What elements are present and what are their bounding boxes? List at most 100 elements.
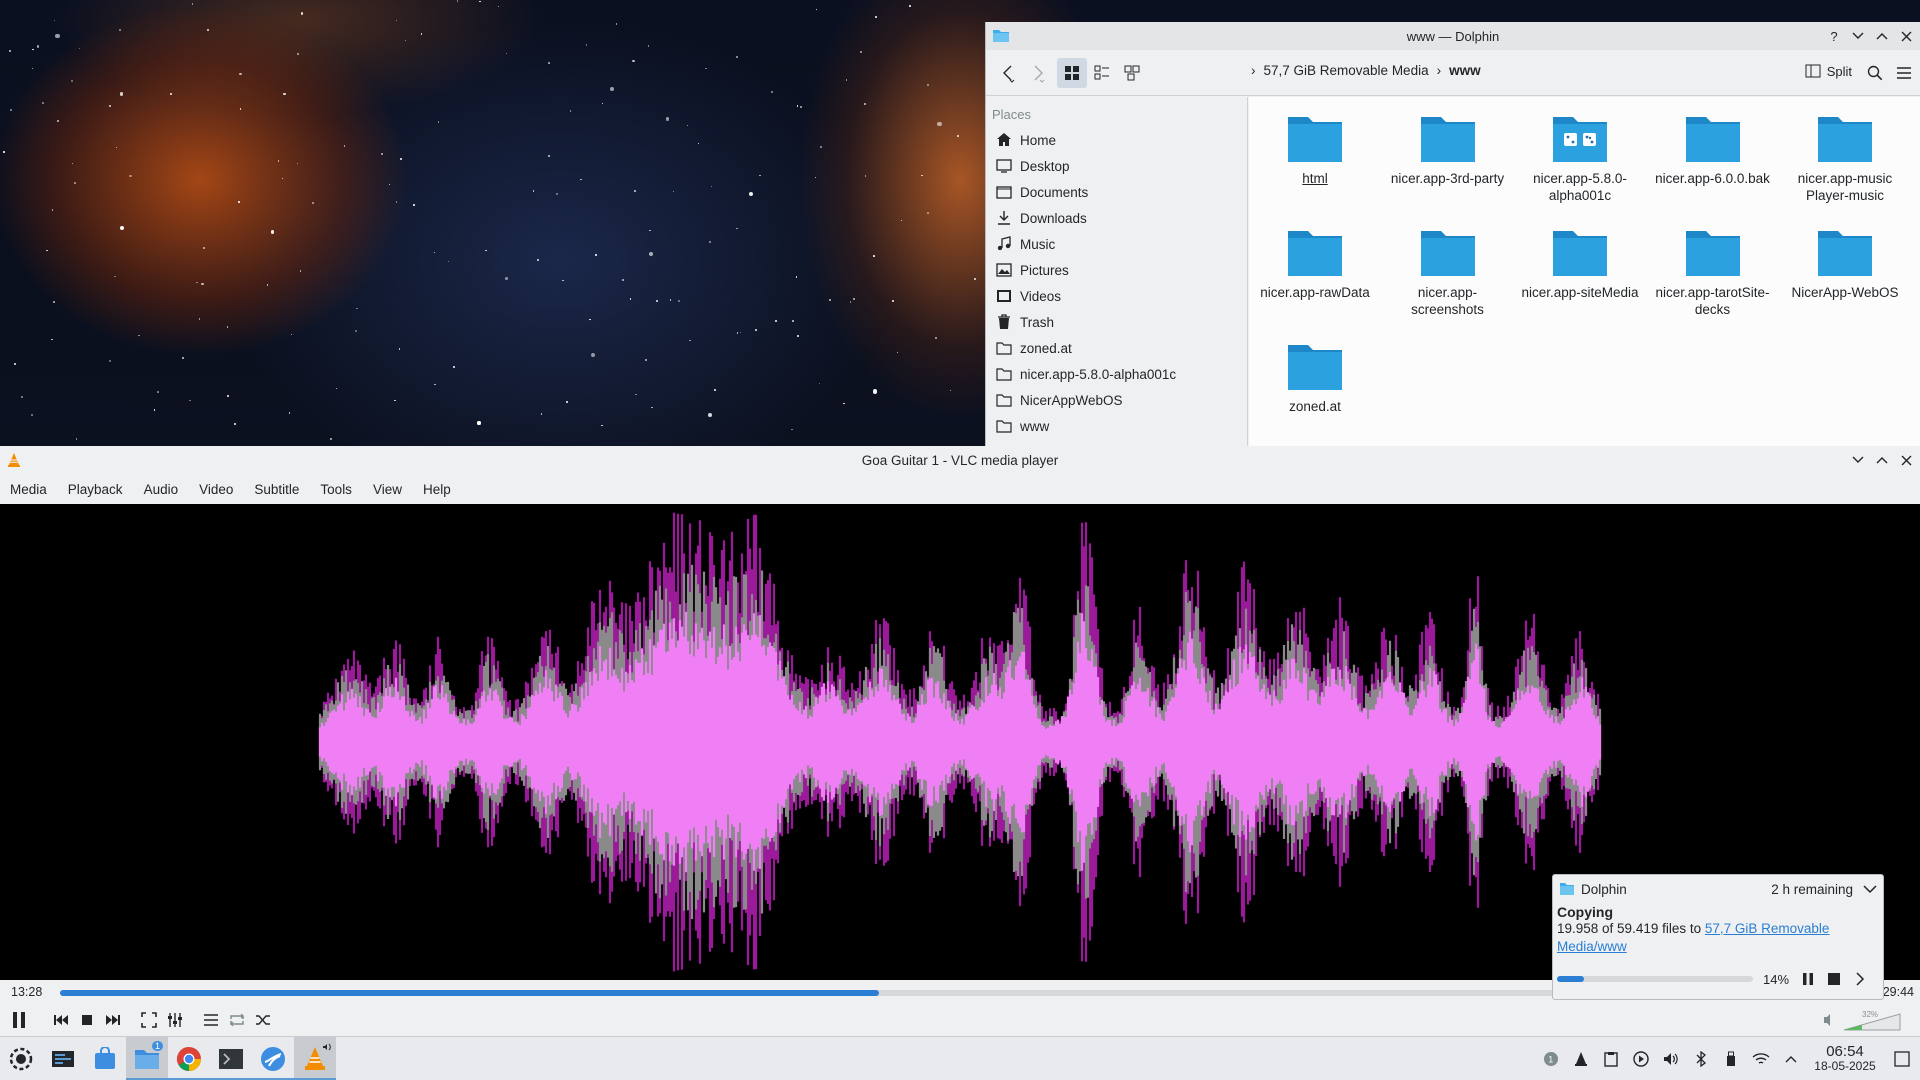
pause-button[interactable] [6,1007,32,1033]
folder-name: nicer.app-screenshots [1382,284,1514,318]
bluetooth-icon[interactable] [1686,1037,1716,1080]
star [78,47,80,49]
folder-item[interactable]: zoned.at [1249,337,1381,415]
application-launcher-icon[interactable] [0,1037,42,1080]
media-player-icon[interactable] [1626,1037,1656,1080]
places-item[interactable]: Music [986,231,1247,257]
show-desktop-icon[interactable] [1884,1037,1920,1080]
documents-icon [996,184,1012,200]
vlc-icon[interactable] [294,1036,336,1080]
volume-icon[interactable] [1656,1037,1686,1080]
system-settings-icon[interactable] [252,1037,294,1080]
places-item[interactable]: Home [986,127,1247,153]
places-item[interactable]: nicer.app-5.8.0-alpha001c [986,361,1247,387]
volume-slider[interactable]: 32% [1822,1008,1902,1032]
previous-button[interactable] [48,1007,74,1033]
shuffle-button[interactable] [250,1007,276,1033]
volume-control[interactable]: 32% [1822,1008,1902,1032]
menu-view[interactable]: View [373,482,412,497]
star [32,48,34,51]
stop-button[interactable] [74,1007,100,1033]
dolphin-titlebar[interactable]: www — Dolphin ? [986,22,1920,50]
folder-item[interactable]: nicer.app-music Player-music [1779,109,1911,204]
places-item[interactable]: Documents [986,179,1247,205]
stop-icon [82,1015,92,1025]
maximize-icon[interactable] [1872,26,1892,46]
star [20,396,23,399]
folder-item[interactable]: nicer.app-5.8.0- alpha001c [1514,109,1646,204]
star [477,421,481,425]
folder-name: nicer.app-tarotSite-decks [1647,284,1779,318]
icons-view-button[interactable] [1057,57,1087,88]
places-item[interactable]: Pictures [986,257,1247,283]
folder-item[interactable]: nicer.app-screenshots [1382,223,1514,318]
vlc-titlebar[interactable]: Goa Guitar 1 - VLC media player [0,446,1920,474]
folder-item[interactable]: nicer.app-3rd-party [1382,109,1514,187]
split-button[interactable]: Split [1805,63,1852,79]
menu-subtitle[interactable]: Subtitle [254,482,309,497]
places-item[interactable]: Trash [986,309,1247,335]
folder-item[interactable]: nicer.app-tarotSite-decks [1647,223,1779,318]
chevron-up-icon[interactable] [1776,1037,1806,1080]
folder-icon [996,392,1012,408]
folder-icon [1818,231,1872,276]
star [601,102,604,105]
folder-item[interactable]: NicerApp-WebOS [1779,223,1911,301]
breadcrumb-drive[interactable]: 57,7 GiB Removable Media [1264,63,1429,78]
minimize-icon[interactable] [1848,450,1868,470]
folder-item[interactable]: nicer.app-6.0.0.bak [1647,109,1779,187]
hamburger-menu-button[interactable] [1889,58,1919,88]
notifications-icon[interactable]: 1 [1536,1037,1566,1080]
menu-playback[interactable]: Playback [68,482,133,497]
chrome-icon[interactable] [168,1037,210,1080]
extended-settings-button[interactable] [162,1007,188,1033]
maximize-icon[interactable] [1872,450,1892,470]
star [51,338,53,341]
menu-help[interactable]: Help [423,482,461,497]
places-item[interactable]: zoned.at [986,335,1247,361]
vlc-tray-icon[interactable] [1566,1037,1596,1080]
folder-item[interactable]: html [1249,109,1381,187]
search-button[interactable] [1860,58,1890,88]
chevron-down-icon[interactable] [1863,884,1877,894]
star [622,279,625,282]
dolphin-icon[interactable]: 1 [126,1036,168,1080]
places-item[interactable]: Desktop [986,153,1247,179]
details-view-button[interactable] [1087,58,1117,88]
loop-button[interactable] [224,1007,250,1033]
forward-button[interactable] [1023,58,1053,88]
help-icon[interactable]: ? [1824,26,1844,46]
folder-icon [1288,345,1342,390]
places-item[interactable]: NicerAppWebOS [986,387,1247,413]
clipboard-icon[interactable] [1596,1037,1626,1080]
back-button[interactable] [993,58,1023,88]
close-icon[interactable] [1896,26,1916,46]
star [437,121,439,123]
close-icon[interactable] [1896,450,1916,470]
places-item[interactable]: Downloads [986,205,1247,231]
menu-video[interactable]: Video [199,482,243,497]
copy-progress-notification[interactable]: Dolphin 2 h remaining Copying 19.958 of … [1552,874,1884,1000]
digital-clock[interactable]: 06:54 18-05-2025 [1806,1044,1884,1074]
konsole-icon[interactable] [210,1037,252,1080]
details-button[interactable] [1847,966,1873,992]
fullscreen-button[interactable] [136,1007,162,1033]
breadcrumb-current[interactable]: www [1449,63,1481,78]
pause-copy-button[interactable] [1795,966,1821,992]
removable-device-icon[interactable] [1716,1037,1746,1080]
minimize-icon[interactable] [1848,26,1868,46]
menu-audio[interactable]: Audio [144,482,189,497]
menu-tools[interactable]: Tools [320,482,362,497]
places-item[interactable]: Videos [986,283,1247,309]
store-icon[interactable] [84,1037,126,1080]
next-button[interactable] [100,1007,126,1033]
compact-view-button[interactable] [1117,58,1147,88]
menu-media[interactable]: Media [10,482,57,497]
cancel-copy-button[interactable] [1821,966,1847,992]
folder-item[interactable]: nicer.app-siteMedia [1514,223,1646,301]
pager-icon[interactable] [42,1037,84,1080]
folder-item[interactable]: nicer.app-rawData [1249,223,1381,301]
places-item[interactable]: www [986,413,1247,439]
playlist-button[interactable] [198,1007,224,1033]
wifi-icon[interactable] [1746,1037,1776,1080]
